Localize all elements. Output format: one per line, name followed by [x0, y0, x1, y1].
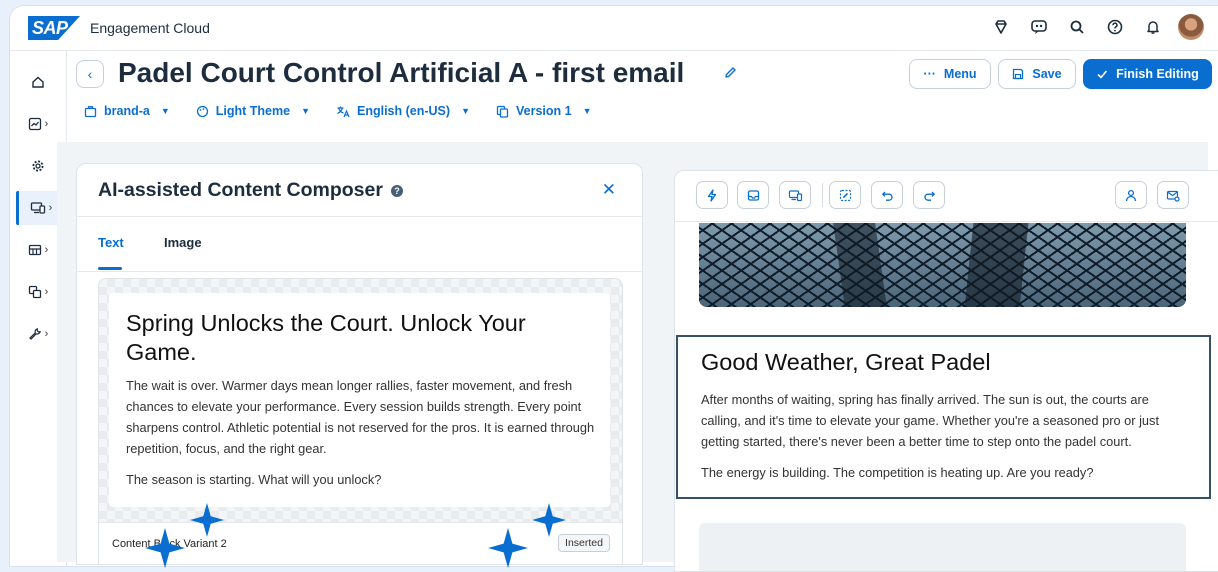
- help-icon[interactable]: ?: [390, 184, 403, 197]
- net-pattern: [699, 223, 1186, 307]
- finish-editing-label: Finish Editing: [1116, 67, 1199, 81]
- palette-icon: [196, 105, 209, 118]
- chevron-down-icon: ▼: [160, 106, 170, 116]
- menu-button[interactable]: ··· Menu: [909, 59, 991, 89]
- player-silhouette: [964, 223, 1029, 307]
- composer-title: AI-assisted Content Composer ?: [98, 179, 403, 202]
- lightning-icon[interactable]: [696, 181, 728, 209]
- nav-layers[interactable]: ›: [16, 275, 60, 309]
- chevron-down-icon: ▼: [461, 106, 470, 116]
- briefcase-icon: [84, 105, 97, 118]
- email-paragraph: After months of waiting, spring has fina…: [701, 392, 1159, 449]
- active-tab-indicator: [98, 267, 122, 270]
- tab-text[interactable]: Text: [98, 235, 124, 250]
- edit-title-icon[interactable]: [724, 66, 737, 79]
- chevron-right-icon: ›: [44, 118, 49, 130]
- layers-icon: [28, 285, 42, 299]
- email-headline: Good Weather, Great Padel: [701, 349, 991, 375]
- sap-logo[interactable]: SAP: [28, 16, 80, 40]
- avatar[interactable]: [1178, 14, 1204, 40]
- composer-tabs: Text Image: [77, 216, 642, 272]
- person-icon[interactable]: [1115, 181, 1147, 209]
- menu-label: Menu: [943, 67, 977, 81]
- mail-settings-icon[interactable]: [1157, 181, 1189, 209]
- back-button[interactable]: ‹: [76, 60, 104, 88]
- analytics-icon: [28, 117, 42, 131]
- ai-edit-icon[interactable]: [829, 181, 861, 209]
- inbox-icon[interactable]: [737, 181, 769, 209]
- copy-icon: [496, 105, 509, 118]
- chevron-right-icon: ›: [44, 286, 49, 298]
- chat-bot-icon[interactable]: [1026, 14, 1052, 40]
- variant-paragraph: The wait is over. Warmer days mean longe…: [126, 378, 595, 456]
- settings-gear-icon[interactable]: [16, 149, 60, 183]
- chevron-right-icon: ›: [48, 202, 53, 214]
- app-name[interactable]: Engagement Cloud: [90, 20, 210, 36]
- logo-text: SAP: [32, 18, 68, 38]
- chevron-down-icon: ▼: [301, 106, 310, 116]
- devices-icon: [30, 201, 46, 215]
- version-label: Version 1: [515, 104, 572, 118]
- composer-title-text: AI-assisted Content Composer: [98, 179, 383, 201]
- translate-icon: [336, 105, 350, 118]
- email-body: After months of waiting, spring has fina…: [701, 389, 1191, 493]
- email-preview-panel: Good Weather, Great Padel After months o…: [674, 170, 1218, 572]
- hero-image-padel-net[interactable]: [699, 223, 1186, 307]
- nav-tools[interactable]: ›: [16, 317, 60, 351]
- chevron-left-icon: ‹: [87, 66, 93, 82]
- bell-icon[interactable]: [1140, 14, 1166, 40]
- chevron-right-icon: ›: [44, 244, 49, 256]
- table-icon: [28, 243, 42, 257]
- check-icon: [1096, 68, 1108, 80]
- chevron-down-icon: ▼: [582, 106, 592, 116]
- chevron-right-icon: ›: [44, 328, 49, 340]
- shell-bar: SAP Engagement Cloud: [10, 6, 1218, 51]
- more-icon: ···: [923, 67, 936, 81]
- undo-icon[interactable]: [871, 181, 903, 209]
- nav-devices[interactable]: ›: [16, 191, 63, 225]
- close-icon[interactable]: ✕: [602, 180, 616, 200]
- language-label: English (en-US): [357, 104, 451, 118]
- variant-footer: Content Block Variant 2 Inserted: [99, 522, 622, 564]
- search-icon[interactable]: [1064, 14, 1090, 40]
- theme-label: Light Theme: [215, 104, 291, 118]
- nav-analytics[interactable]: ›: [16, 107, 60, 141]
- next-email-block[interactable]: [699, 523, 1186, 571]
- ai-content-composer-panel: AI-assisted Content Composer ? ✕ Text Im…: [76, 163, 643, 565]
- tab-image[interactable]: Image: [164, 235, 202, 250]
- home-icon[interactable]: [16, 65, 60, 99]
- selected-email-block[interactable]: Good Weather, Great Padel After months o…: [676, 335, 1211, 499]
- email-paragraph: The energy is building. The competition …: [701, 465, 1094, 480]
- version-select[interactable]: Version 1 ▼: [496, 104, 592, 118]
- diamond-icon[interactable]: [988, 14, 1014, 40]
- status-badge: Inserted: [558, 534, 610, 552]
- variant-headline: Spring Unlocks the Court. Unlock Your Ga…: [126, 310, 526, 365]
- help-icon[interactable]: [1102, 14, 1128, 40]
- brand-select[interactable]: brand-a ▼: [84, 104, 170, 118]
- nav-table[interactable]: ›: [16, 233, 60, 267]
- preview-toolbar: [675, 171, 1218, 222]
- page-title: Padel Court Control Artificial A - first…: [118, 57, 685, 88]
- finish-editing-button[interactable]: Finish Editing: [1083, 59, 1212, 89]
- variant-preview: Spring Unlocks the Court. Unlock Your Ga…: [109, 293, 610, 507]
- variant-paragraph: The season is starting. What will you un…: [126, 472, 382, 487]
- variant-body: The wait is over. Warmer days mean longe…: [126, 375, 596, 500]
- brand-label: brand-a: [104, 104, 150, 118]
- theme-select[interactable]: Light Theme ▼: [196, 104, 310, 118]
- save-label: Save: [1032, 67, 1062, 81]
- wrench-icon: [28, 327, 42, 341]
- editor-subbar: brand-a ▼ Light Theme ▼ English (en-US) …: [84, 104, 592, 118]
- language-select[interactable]: English (en-US) ▼: [336, 104, 470, 118]
- save-icon: [1012, 68, 1024, 80]
- toolbar-separator: [822, 183, 823, 207]
- save-button[interactable]: Save: [998, 59, 1076, 89]
- redo-icon[interactable]: [913, 181, 945, 209]
- devices-icon[interactable]: [779, 181, 811, 209]
